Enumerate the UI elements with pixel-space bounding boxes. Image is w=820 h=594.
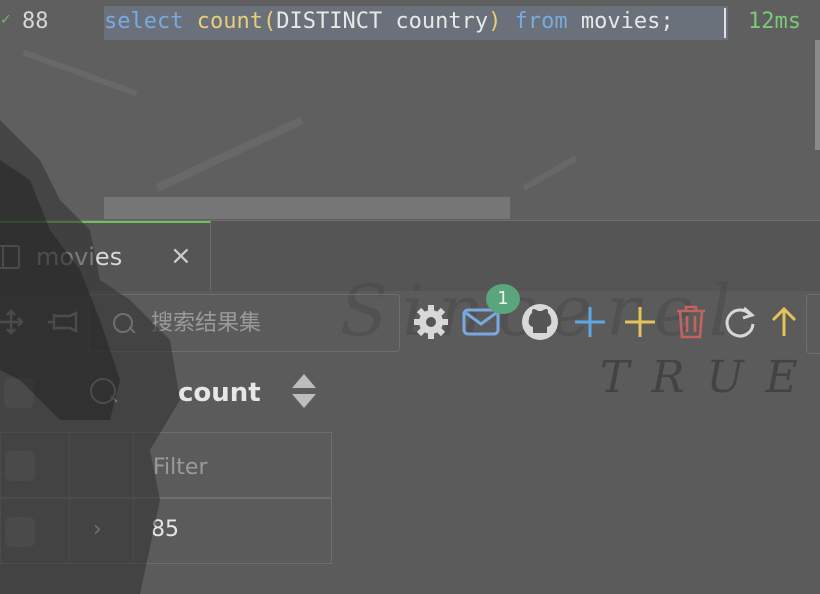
sql-keyword: select xyxy=(104,9,184,34)
background-art xyxy=(22,49,138,97)
sql-keyword: from xyxy=(514,9,568,34)
sql-identifier: movies; xyxy=(580,9,674,34)
line-number: 88 xyxy=(22,9,49,34)
toolbar-overflow[interactable] xyxy=(806,294,820,354)
background-watermark: TRUE xyxy=(600,352,820,403)
add-row-icon[interactable] xyxy=(572,304,608,340)
vertical-scrollbar[interactable] xyxy=(815,40,820,150)
up-icon[interactable] xyxy=(770,304,798,340)
gear-icon[interactable] xyxy=(412,304,450,340)
sql-identifier: country xyxy=(395,9,489,34)
notification-badge: 1 xyxy=(486,284,520,314)
add-icon[interactable] xyxy=(622,304,658,340)
refresh-icon[interactable] xyxy=(722,304,758,340)
text-caret xyxy=(724,8,726,38)
sql-identifier: DISTINCT xyxy=(276,9,383,34)
sql-function: count xyxy=(196,9,263,34)
sql-paren: ( xyxy=(262,9,277,34)
trash-icon[interactable] xyxy=(674,304,708,340)
run-check-icon: ✓ xyxy=(0,12,12,28)
sql-paren: ) xyxy=(488,9,502,34)
background-character-art xyxy=(0,120,180,594)
background-art xyxy=(522,155,578,191)
line-gutter: ✓ 88 xyxy=(0,8,80,36)
sql-statement[interactable]: select count(DISTINCT country) from movi… xyxy=(104,6,728,40)
execution-time: 12ms xyxy=(748,9,801,34)
sort-icon[interactable] xyxy=(292,374,316,410)
github-icon[interactable] xyxy=(520,304,560,340)
